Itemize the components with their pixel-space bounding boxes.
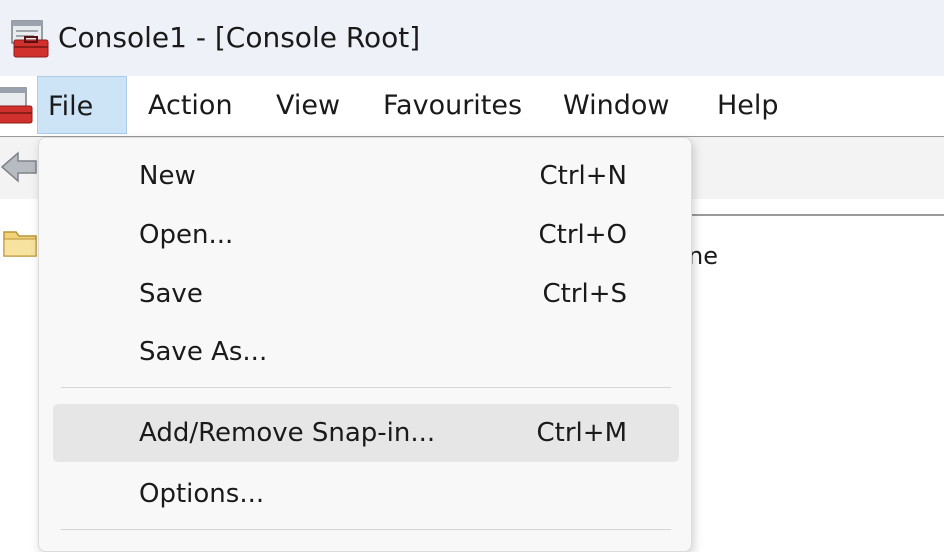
menu-item-label: Options...: [139, 479, 265, 509]
window-edge: [944, 0, 950, 552]
menu-action[interactable]: Action: [138, 76, 243, 134]
window-title: Console1 - [Console Root]: [58, 21, 421, 54]
menu-window[interactable]: Window: [553, 76, 679, 134]
menu-file[interactable]: File: [37, 76, 127, 134]
column-header-name[interactable]: ne: [688, 238, 718, 274]
menu-bar: File Action View Favourites Window Help: [0, 76, 944, 137]
menu-item-label: Add/Remove Snap-in...: [139, 418, 436, 448]
menu-item-new[interactable]: New Ctrl+N: [53, 147, 679, 205]
mmc-toolbox-icon[interactable]: [10, 20, 50, 58]
title-bar: Console1 - [Console Root]: [0, 0, 944, 76]
menu-item-options[interactable]: Options...: [53, 465, 679, 523]
menu-item-shortcut: Ctrl+M: [536, 418, 627, 448]
menu-help[interactable]: Help: [707, 76, 789, 134]
menu-item-shortcut: Ctrl+N: [539, 161, 628, 191]
menu-item-label: Save As...: [139, 337, 268, 367]
menu-item-save[interactable]: Save Ctrl+S: [53, 265, 679, 323]
back-arrow-icon[interactable]: [0, 149, 38, 185]
pane-divider: [690, 214, 944, 216]
menu-item-save-as[interactable]: Save As...: [53, 323, 679, 381]
menu-item-label: Save: [139, 279, 203, 309]
menu-item-label: Open...: [139, 220, 234, 250]
menu-separator: [61, 387, 671, 388]
menu-item-label: New: [139, 161, 196, 191]
file-menu-dropdown: New Ctrl+N Open... Ctrl+O Save Ctrl+S Sa…: [38, 137, 692, 552]
menu-item-add-remove-snap-in[interactable]: Add/Remove Snap-in... Ctrl+M: [53, 404, 679, 462]
folder-icon[interactable]: [0, 224, 40, 262]
menu-item-shortcut: Ctrl+O: [538, 220, 627, 250]
menu-separator: [61, 529, 671, 530]
system-menu-icon[interactable]: [0, 84, 34, 128]
menu-item-open[interactable]: Open... Ctrl+O: [53, 206, 679, 264]
menu-view[interactable]: View: [266, 76, 350, 134]
menu-favourites[interactable]: Favourites: [373, 76, 532, 134]
menu-item-shortcut: Ctrl+S: [542, 279, 627, 309]
